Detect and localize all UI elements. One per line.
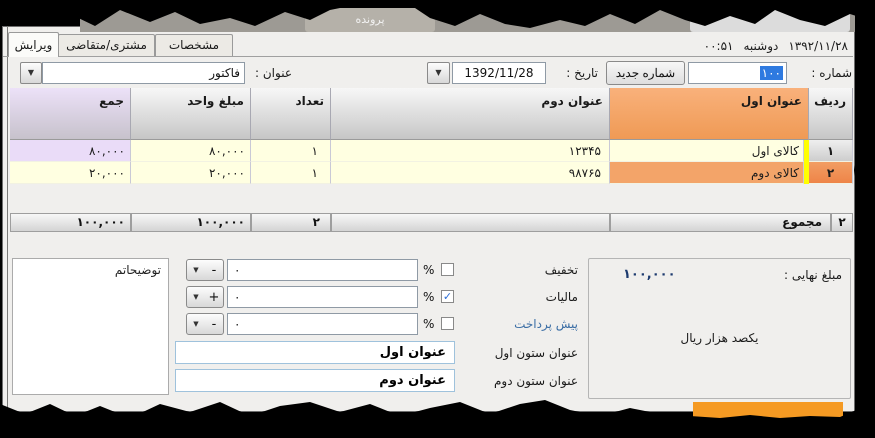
- number-label: شماره :: [811, 66, 852, 80]
- amount-in-words: یکصد هزار ریال: [680, 331, 759, 345]
- cell-count: ۱: [251, 140, 331, 162]
- column1-title-label: عنوان ستون اول: [494, 346, 578, 360]
- percent-sign: %: [423, 317, 435, 331]
- summary-total: ۱۰۰,۰۰۰: [10, 213, 131, 232]
- tab-specifications[interactable]: مشخصات: [155, 34, 233, 57]
- new-number-button[interactable]: شماره جدید: [606, 61, 685, 85]
- summary-count: ۲: [251, 213, 331, 232]
- tax-sign-dropdown[interactable]: ▼ +: [186, 286, 224, 308]
- status-time: ۰۰:۵۱: [703, 39, 734, 53]
- prepayment-sign-dropdown[interactable]: ▼ -: [186, 313, 224, 335]
- minus-icon: -: [211, 262, 217, 278]
- column1-title-input[interactable]: عنوان اول: [175, 341, 455, 364]
- status-day: دوشنبه: [743, 39, 779, 53]
- cell-row-number: ۱: [809, 140, 853, 162]
- notes-textarea[interactable]: توضیحاتم: [12, 258, 169, 395]
- cell-total: ۲۰,۰۰۰: [10, 162, 131, 184]
- column-header-total: جمع: [10, 88, 131, 140]
- discount-sign-dropdown[interactable]: ▼ -: [186, 259, 224, 281]
- cell-unit-price: ۲۰,۰۰۰: [131, 162, 251, 184]
- column-header-row: ردیف: [809, 88, 853, 140]
- column2-title-label: عنوان ستون دوم: [493, 374, 578, 388]
- chevron-down-icon: ▼: [27, 68, 35, 77]
- column-header-first-title: عنوان اول: [610, 88, 809, 140]
- column2-title-input[interactable]: عنوان دوم: [175, 369, 455, 392]
- tax-checkbox-checked[interactable]: ✓: [441, 290, 454, 303]
- percent-sign: %: [423, 263, 435, 277]
- prepayment-row: پیش پرداخت % ۰ ▼ -: [175, 313, 580, 335]
- discount-row: تخفیف % ۰ ▼ -: [175, 259, 580, 281]
- torn-edge-top: [0, 0, 875, 28]
- plus-icon: +: [208, 289, 220, 305]
- cell-second-title: ۹۸۷۶۵: [331, 162, 610, 184]
- tab-edit[interactable]: ویرایش: [8, 32, 59, 57]
- chevron-down-icon: ▼: [193, 293, 199, 301]
- summary-row-count: ۲: [831, 213, 853, 232]
- status-datetime: ۰۰:۵۱ دوشنبه ۱۳۹۲/۱۱/۲۸: [704, 38, 848, 54]
- final-amount-value: ۱۰۰,۰۰۰: [623, 267, 676, 282]
- tab-file-fragment: پرونده: [355, 13, 385, 26]
- title-combobox[interactable]: فاکتور: [42, 62, 245, 84]
- cell-row-number: ۲: [809, 162, 853, 184]
- percent-sign: %: [423, 290, 435, 304]
- title-dropdown-button[interactable]: ▼: [20, 62, 42, 84]
- prepayment-label[interactable]: پیش پرداخت: [514, 317, 578, 331]
- title-label: عنوان :: [255, 66, 292, 80]
- cell-second-title: ۱۲۳۴۵: [331, 140, 610, 162]
- chevron-down-icon: ▼: [193, 266, 199, 274]
- tax-label: مالیات: [545, 290, 578, 304]
- tax-value-input[interactable]: ۰: [227, 286, 418, 308]
- chevron-down-icon: ▼: [435, 68, 442, 77]
- final-amount-groupbox: مبلغ نهایی : ۱۰۰,۰۰۰ یکصد هزار ریال: [588, 258, 851, 399]
- cell-first-title: کالای اول: [610, 140, 804, 162]
- tabstrip-divider: [3, 56, 853, 57]
- prepayment-value-input[interactable]: ۰: [227, 313, 418, 335]
- tax-row: مالیات % ✓ ۰ ▼ +: [175, 286, 580, 308]
- cell-total: ۸۰,۰۰۰: [10, 140, 131, 162]
- column-header-unit-price: مبلغ واحد: [131, 88, 251, 140]
- final-amount-label: مبلغ نهایی :: [784, 268, 842, 282]
- application-window: مشخصات مشتری/متقاضی ویرایش ۰۰:۵۱ دوشنبه …: [0, 0, 875, 438]
- discount-value-input[interactable]: ۰: [227, 259, 418, 281]
- prepayment-checkbox[interactable]: [441, 317, 454, 330]
- tab-customer-applicant[interactable]: مشتری/متقاضی: [58, 34, 155, 57]
- window-left-frame: [7, 26, 8, 412]
- minus-icon: -: [211, 316, 217, 332]
- summary-empty-cell: [331, 213, 610, 232]
- number-input[interactable]: ۱۰۰: [688, 62, 787, 84]
- torn-edge-right: [853, 0, 875, 438]
- date-input[interactable]: 1392/11/28: [452, 62, 546, 84]
- discount-checkbox[interactable]: [441, 263, 454, 276]
- status-date: ۱۳۹۲/۱۱/۲۸: [788, 39, 848, 53]
- number-input-selected-text: ۱۰۰: [759, 66, 783, 80]
- cell-unit-price: ۸۰,۰۰۰: [131, 140, 251, 162]
- chevron-down-icon: ▼: [193, 320, 199, 328]
- summary-label: مجموع: [610, 213, 831, 232]
- date-label: تاریخ :: [566, 66, 598, 80]
- cell-first-title: کالای دوم: [610, 162, 804, 184]
- summary-unit-price: ۱۰۰,۰۰۰: [131, 213, 251, 232]
- column-header-count: تعداد: [251, 88, 331, 140]
- discount-label: تخفیف: [544, 263, 578, 277]
- cell-count: ۱: [251, 162, 331, 184]
- date-dropdown-button[interactable]: ▼: [427, 62, 450, 84]
- column-header-second-title: عنوان دوم: [331, 88, 610, 140]
